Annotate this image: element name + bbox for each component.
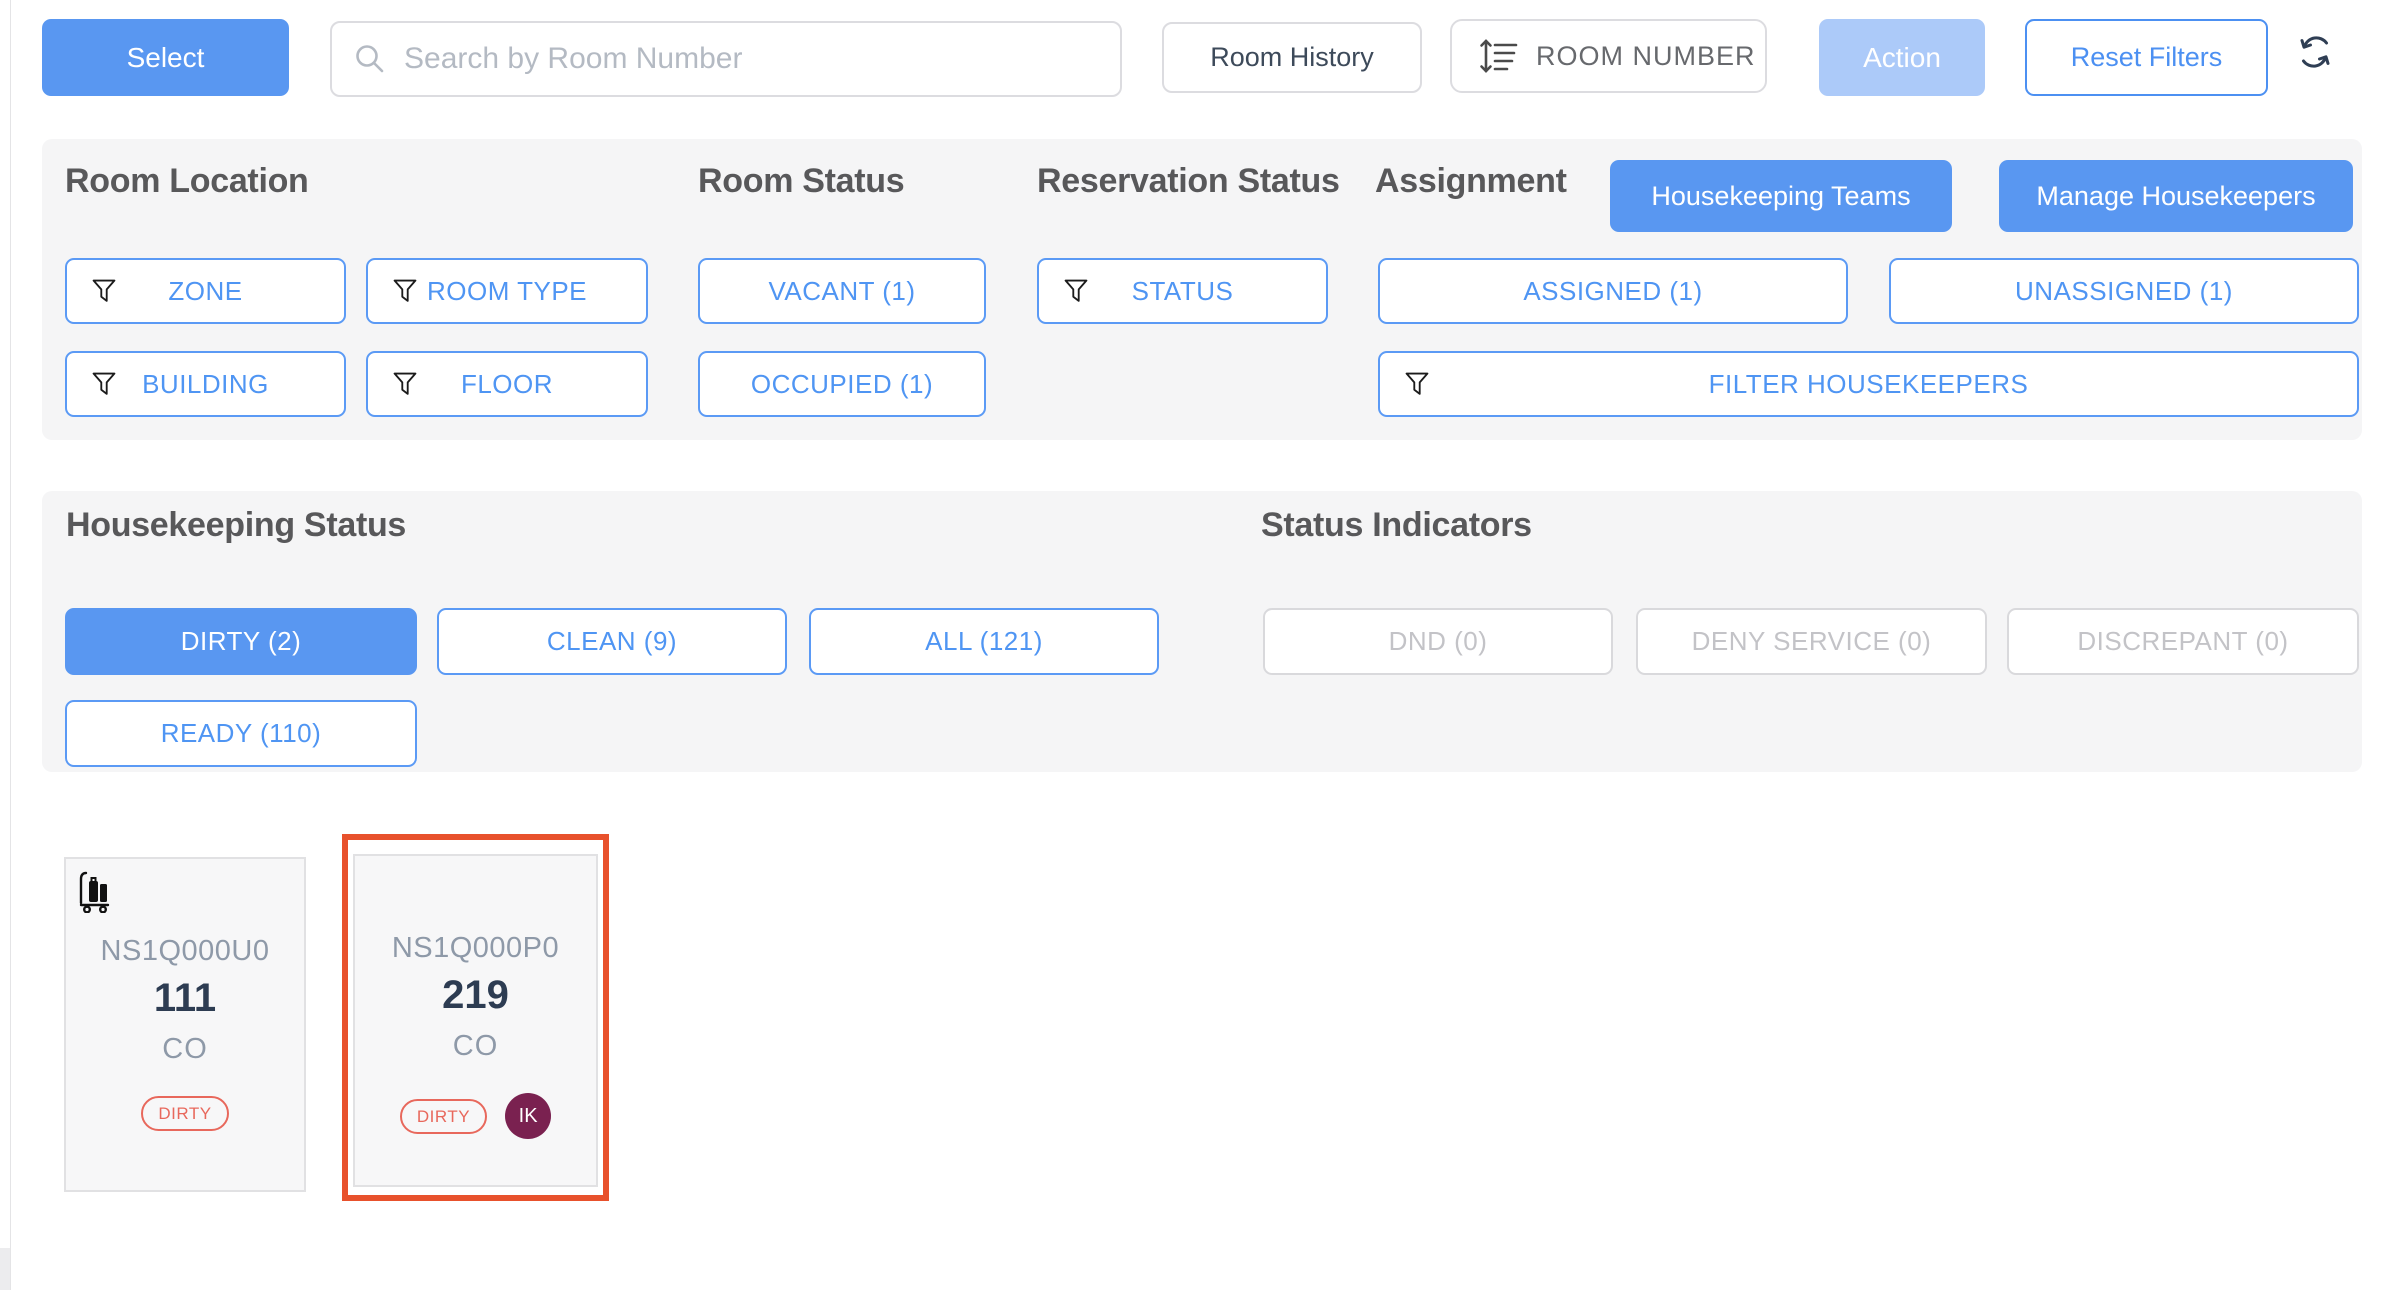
room-number: 111 bbox=[154, 976, 216, 1021]
manage-housekeepers-button[interactable]: Manage Housekeepers bbox=[1999, 160, 2353, 232]
room-number: 219 bbox=[442, 973, 509, 1018]
hk-dirty-button[interactable]: DIRTY (2) bbox=[65, 608, 417, 675]
indicator-dnd-button[interactable]: DND (0) bbox=[1263, 608, 1613, 675]
filter-floor-label: FLOOR bbox=[461, 369, 553, 400]
luggage-cart-icon bbox=[76, 869, 116, 913]
search-input[interactable] bbox=[402, 41, 1046, 77]
filter-status-button[interactable]: STATUS bbox=[1037, 258, 1328, 324]
dirty-status-pill: DIRTY bbox=[400, 1099, 487, 1134]
filter-building-label: BUILDING bbox=[142, 369, 269, 400]
search-icon bbox=[352, 41, 388, 77]
filter-vacant-label: VACANT (1) bbox=[768, 276, 915, 307]
filter-funnel-icon bbox=[390, 368, 420, 400]
filter-housekeepers-label: FILTER HOUSEKEEPERS bbox=[1709, 369, 2029, 400]
hk-clean-label: CLEAN (9) bbox=[547, 626, 677, 657]
reservation-type: CO bbox=[162, 1033, 208, 1066]
action-button-label: Action bbox=[1863, 42, 1941, 74]
filter-housekeepers-button[interactable]: FILTER HOUSEKEEPERS bbox=[1378, 351, 2359, 417]
filter-room-type-button[interactable]: ROOM TYPE bbox=[366, 258, 648, 324]
refresh-icon[interactable] bbox=[2296, 33, 2334, 71]
indicator-discrepant-button[interactable]: DISCREPANT (0) bbox=[2007, 608, 2359, 675]
filter-assigned-label: ASSIGNED (1) bbox=[1523, 276, 1702, 307]
indicator-dnd-label: DND (0) bbox=[1389, 626, 1488, 657]
indicator-deny-service-label: DENY SERVICE (0) bbox=[1692, 626, 1932, 657]
room-location-title: Room Location bbox=[65, 162, 309, 201]
reservation-status-title: Reservation Status bbox=[1037, 162, 1340, 201]
room-history-label: Room History bbox=[1210, 42, 1374, 73]
search-box[interactable] bbox=[330, 21, 1122, 97]
room-code: NS1Q000P0 bbox=[392, 932, 559, 965]
assignment-title: Assignment bbox=[1375, 162, 1567, 201]
hk-clean-button[interactable]: CLEAN (9) bbox=[437, 608, 787, 675]
room-status-title: Room Status bbox=[698, 162, 904, 201]
filter-building-button[interactable]: BUILDING bbox=[65, 351, 346, 417]
filter-zone-button[interactable]: ZONE bbox=[65, 258, 346, 324]
room-card-219[interactable]: NS1Q000P0 219 CO DIRTY IK bbox=[353, 854, 598, 1187]
hk-all-button[interactable]: ALL (121) bbox=[809, 608, 1159, 675]
filter-funnel-icon bbox=[1402, 368, 1432, 400]
filter-occupied-label: OCCUPIED (1) bbox=[751, 369, 933, 400]
status-indicators-title: Status Indicators bbox=[1261, 506, 1532, 545]
action-button[interactable]: Action bbox=[1819, 19, 1985, 96]
select-button-label: Select bbox=[127, 42, 205, 74]
sort-dropdown[interactable]: ROOM NUMBER bbox=[1450, 19, 1767, 93]
filter-funnel-icon bbox=[89, 368, 119, 400]
reservation-type: CO bbox=[453, 1030, 499, 1063]
housekeeping-teams-label: Housekeeping Teams bbox=[1651, 181, 1910, 212]
hk-all-label: ALL (121) bbox=[925, 626, 1043, 657]
housekeeping-page: Select Room History ROOM NUMBER Action R… bbox=[0, 0, 2402, 1290]
filter-funnel-icon bbox=[89, 275, 119, 307]
selected-room-outline: NS1Q000P0 219 CO DIRTY IK bbox=[342, 834, 609, 1201]
filter-vacant-button[interactable]: VACANT (1) bbox=[698, 258, 986, 324]
select-button[interactable]: Select bbox=[42, 19, 289, 96]
filter-zone-label: ZONE bbox=[168, 276, 242, 307]
hk-dirty-label: DIRTY (2) bbox=[181, 626, 302, 657]
left-bottom-notch bbox=[0, 1248, 10, 1290]
dirty-status-pill: DIRTY bbox=[141, 1096, 228, 1131]
reset-filters-button[interactable]: Reset Filters bbox=[2025, 19, 2268, 96]
indicator-discrepant-label: DISCREPANT (0) bbox=[2077, 626, 2288, 657]
room-history-button[interactable]: Room History bbox=[1162, 22, 1422, 93]
manage-housekeepers-label: Manage Housekeepers bbox=[2036, 181, 2315, 212]
housekeeper-badge: IK bbox=[505, 1093, 551, 1139]
room-card-111[interactable]: NS1Q000U0 111 CO DIRTY bbox=[64, 857, 306, 1192]
filter-funnel-icon bbox=[1061, 275, 1091, 307]
indicator-deny-service-button[interactable]: DENY SERVICE (0) bbox=[1636, 608, 1987, 675]
hk-ready-button[interactable]: READY (110) bbox=[65, 700, 417, 767]
sort-amount-icon bbox=[1476, 34, 1520, 78]
reset-filters-label: Reset Filters bbox=[2071, 42, 2223, 73]
filter-floor-button[interactable]: FLOOR bbox=[366, 351, 648, 417]
filter-room-type-label: ROOM TYPE bbox=[427, 276, 587, 307]
filter-unassigned-button[interactable]: UNASSIGNED (1) bbox=[1889, 258, 2359, 324]
filter-status-label: STATUS bbox=[1132, 276, 1234, 307]
room-code: NS1Q000U0 bbox=[101, 935, 270, 968]
housekeeping-status-title: Housekeeping Status bbox=[66, 506, 406, 545]
left-divider bbox=[10, 0, 11, 1290]
housekeeping-teams-button[interactable]: Housekeeping Teams bbox=[1610, 160, 1952, 232]
filter-funnel-icon bbox=[390, 275, 420, 307]
filter-unassigned-label: UNASSIGNED (1) bbox=[2015, 276, 2233, 307]
hk-ready-label: READY (110) bbox=[161, 718, 322, 749]
filter-occupied-button[interactable]: OCCUPIED (1) bbox=[698, 351, 986, 417]
filter-assigned-button[interactable]: ASSIGNED (1) bbox=[1378, 258, 1848, 324]
sort-label: ROOM NUMBER bbox=[1536, 41, 1756, 72]
